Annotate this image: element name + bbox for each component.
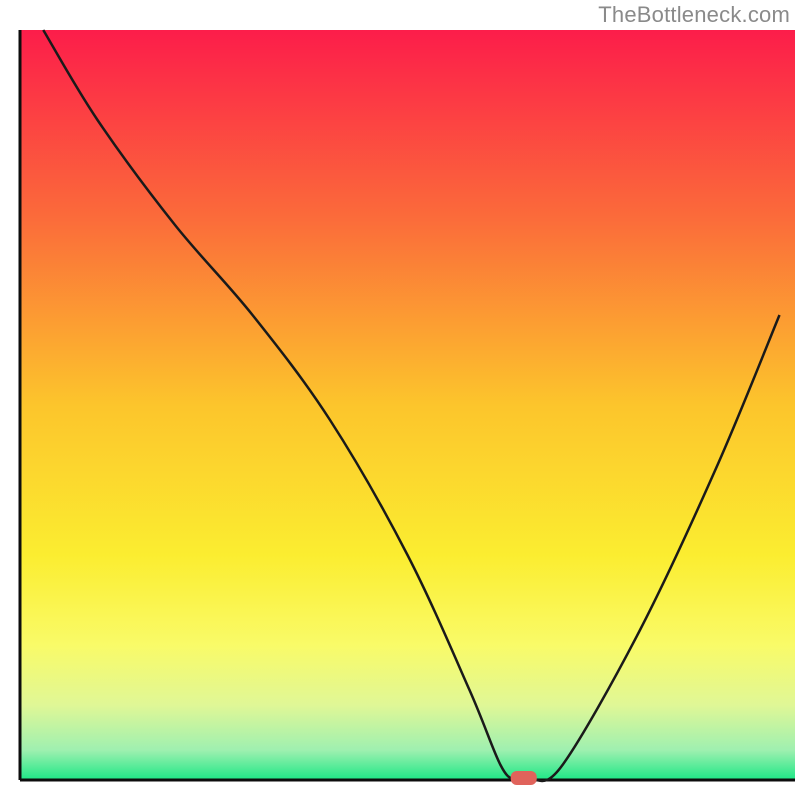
bottleneck-chart (0, 0, 800, 800)
sweet-spot-marker (511, 771, 537, 785)
chart-container: TheBottleneck.com (0, 0, 800, 800)
plot-background (20, 30, 795, 780)
